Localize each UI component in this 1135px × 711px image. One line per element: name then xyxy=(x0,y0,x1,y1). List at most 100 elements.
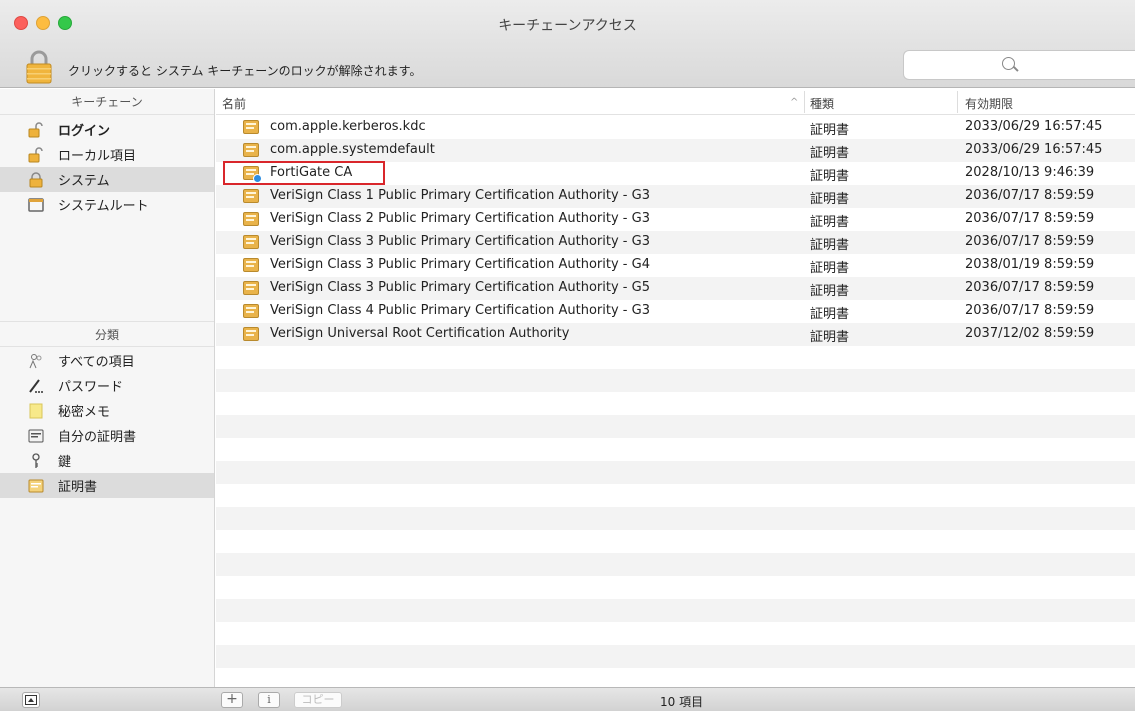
table-body: com.apple.kerberos.kdc 証明書 2033/06/29 16… xyxy=(216,116,1135,691)
sidebar-item-label: 自分の証明書 xyxy=(58,430,137,445)
table-row[interactable]: FortiGate CA 証明書 2028/10/13 9:46:39 xyxy=(216,161,1135,185)
table-row[interactable]: VeriSign Class 3 Public Primary Certific… xyxy=(216,254,1135,277)
sidebar-item-label: パスワード xyxy=(58,380,124,395)
cell-kind: 証明書 xyxy=(810,192,850,207)
category-section: 分類 すべての項目 パスワード 秘密メモ 自分の証明書 鍵 証明書 xyxy=(0,321,214,498)
sidebar-item-certificates[interactable]: 証明書 xyxy=(0,473,214,498)
sidebar-item-passwords[interactable]: パスワード xyxy=(0,373,214,398)
sidebar-item-label: システムルート xyxy=(58,199,149,214)
toggle-sidebar-button[interactable] xyxy=(22,692,40,708)
empty-row xyxy=(216,622,1135,645)
sidebar-item-all-items[interactable]: すべての項目 xyxy=(0,348,214,373)
cell-expires: 2033/06/29 16:57:45 xyxy=(965,142,1103,157)
search-icon xyxy=(1002,57,1015,70)
cell-expires: 2036/07/17 8:59:59 xyxy=(965,188,1095,203)
empty-row xyxy=(216,392,1135,415)
column-divider xyxy=(957,91,958,113)
add-button[interactable]: + xyxy=(221,692,243,708)
cell-expires: 2036/07/17 8:59:59 xyxy=(965,280,1095,295)
sidebar-item-keys[interactable]: 鍵 xyxy=(0,448,214,473)
certificate-icon xyxy=(243,281,259,295)
lock-button[interactable] xyxy=(24,50,54,84)
empty-row xyxy=(216,645,1135,668)
table-row[interactable]: VeriSign Class 2 Public Primary Certific… xyxy=(216,208,1135,231)
sidebar-item-local[interactable]: ローカル項目 xyxy=(0,142,214,167)
empty-row xyxy=(216,599,1135,622)
table-row[interactable]: VeriSign Class 1 Public Primary Certific… xyxy=(216,185,1135,208)
empty-row xyxy=(216,553,1135,576)
keychain-list: ログイン ローカル項目 システム システムルート xyxy=(0,115,214,217)
sidebar-toggle-icon xyxy=(25,695,37,705)
certificate-icon xyxy=(243,212,259,226)
cell-kind: 証明書 xyxy=(810,261,850,276)
cell-name: com.apple.kerberos.kdc xyxy=(270,119,426,134)
search-field[interactable] xyxy=(903,50,1135,80)
empty-row xyxy=(216,484,1135,507)
cell-kind: 証明書 xyxy=(810,146,850,161)
empty-row xyxy=(216,415,1135,438)
cell-kind: 証明書 xyxy=(810,123,850,138)
certificate-icon xyxy=(28,429,44,443)
column-header-expires[interactable]: 有効期限 xyxy=(965,95,1013,112)
cell-name: VeriSign Class 3 Public Primary Certific… xyxy=(270,257,650,272)
table-row[interactable]: VeriSign Class 3 Public Primary Certific… xyxy=(216,231,1135,254)
sidebar-item-system-roots[interactable]: システムルート xyxy=(0,192,214,217)
cell-name: com.apple.systemdefault xyxy=(270,142,435,157)
sort-ascending-icon: ^ xyxy=(790,97,799,108)
cell-kind: 証明書 xyxy=(810,215,850,230)
lock-open-icon xyxy=(28,147,43,163)
table-row[interactable]: VeriSign Class 3 Public Primary Certific… xyxy=(216,277,1135,300)
cell-expires: 2036/07/17 8:59:59 xyxy=(965,303,1095,318)
column-header-name[interactable]: 名前 xyxy=(222,95,246,112)
cell-kind: 証明書 xyxy=(810,169,850,184)
cell-expires: 2028/10/13 9:46:39 xyxy=(965,165,1095,180)
cell-expires: 2036/07/17 8:59:59 xyxy=(965,234,1095,249)
certificate-icon xyxy=(243,327,259,341)
window-title: キーチェーンアクセス xyxy=(498,18,637,34)
title-bar: キーチェーンアクセス クリックすると システム キーチェーンのロックが解除されま… xyxy=(0,0,1135,88)
copy-button[interactable]: コピー xyxy=(294,692,342,708)
empty-row xyxy=(216,369,1135,392)
empty-row xyxy=(216,461,1135,484)
bottom-bar: + i コピー 10 項目 xyxy=(0,687,1135,711)
sidebar-item-label: すべての項目 xyxy=(58,355,135,370)
keychain-access-window: キーチェーンアクセス クリックすると システム キーチェーンのロックが解除されま… xyxy=(0,0,1135,711)
lock-icon xyxy=(26,50,52,84)
cell-name: VeriSign Class 3 Public Primary Certific… xyxy=(270,234,650,249)
column-header-kind[interactable]: 種類 xyxy=(810,95,834,112)
lock-closed-icon xyxy=(29,172,43,188)
table-header: 名前 ^ 種類 有効期限 xyxy=(216,89,1135,115)
cell-name: VeriSign Class 4 Public Primary Certific… xyxy=(270,303,650,318)
cell-name: VeriSign Class 3 Public Primary Certific… xyxy=(270,280,650,295)
note-icon xyxy=(29,403,43,419)
cell-kind: 証明書 xyxy=(810,307,850,322)
table-row[interactable]: VeriSign Universal Root Certification Au… xyxy=(216,323,1135,346)
empty-row xyxy=(216,346,1135,369)
sidebar-item-label: ログイン xyxy=(58,124,111,139)
cell-name: VeriSign Universal Root Certification Au… xyxy=(270,326,570,341)
certificate-icon xyxy=(243,304,259,318)
pencil-icon xyxy=(29,379,43,393)
lock-open-icon xyxy=(28,122,43,138)
empty-row xyxy=(216,530,1135,553)
cell-kind: 証明書 xyxy=(810,330,850,345)
table-row[interactable]: VeriSign Class 4 Public Primary Certific… xyxy=(216,300,1135,323)
sidebar-item-my-certificates[interactable]: 自分の証明書 xyxy=(0,423,214,448)
table-row[interactable]: com.apple.systemdefault 証明書 2033/06/29 1… xyxy=(216,139,1135,162)
certificate-icon xyxy=(243,189,259,203)
keychains-header: キーチェーン xyxy=(0,89,214,115)
sidebar: キーチェーン ログイン ローカル項目 システム システムルート 分類 すべての項… xyxy=(0,89,215,687)
sidebar-item-secure-notes[interactable]: 秘密メモ xyxy=(0,398,214,423)
certificate-icon xyxy=(28,479,44,493)
sidebar-item-login[interactable]: ログイン xyxy=(0,117,214,142)
sidebar-item-label: 鍵 xyxy=(58,455,72,470)
info-button[interactable]: i xyxy=(258,692,280,708)
sidebar-item-system[interactable]: システム xyxy=(0,167,214,192)
table-row[interactable]: com.apple.kerberos.kdc 証明書 2033/06/29 16… xyxy=(216,116,1135,139)
sidebar-item-label: ローカル項目 xyxy=(58,149,137,164)
sidebar-item-label: 秘密メモ xyxy=(58,405,111,420)
key-icon xyxy=(32,453,40,468)
people-icon xyxy=(29,354,42,369)
cell-expires: 2037/12/02 8:59:59 xyxy=(965,326,1095,341)
cell-kind: 証明書 xyxy=(810,284,850,299)
